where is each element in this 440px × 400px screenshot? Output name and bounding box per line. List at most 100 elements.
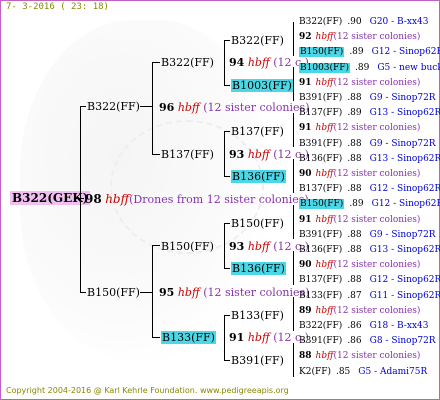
gen4-desc: (12 sister colonies) xyxy=(333,305,421,316)
gen2-hbff: hbff xyxy=(247,56,270,69)
gen1-node[interactable]: B322(FF) xyxy=(87,100,140,113)
gen2-node[interactable]: B133(FF) xyxy=(161,331,216,344)
gen4-value: .87 xyxy=(347,290,362,301)
gen1-id[interactable]: B322(FF) xyxy=(87,100,140,113)
gen3-id[interactable]: B137(FF) xyxy=(231,125,284,138)
gen4-id[interactable]: B137(FF) xyxy=(299,184,342,194)
gen4-id[interactable]: B391(FF) xyxy=(299,336,342,346)
gen4-row[interactable]: B136(FF) .88 G13 - Sinop62R xyxy=(299,154,440,165)
gen4-row[interactable]: B1003(FF) .89 G5 - new buckfas xyxy=(299,62,440,74)
gen4-id[interactable]: B391(FF) xyxy=(299,139,342,149)
gen4-row[interactable]: B391(FF) .88 G9 - Sinop72R xyxy=(299,93,436,104)
gen3-id[interactable]: B136(FF) xyxy=(231,170,286,183)
gen4-hbff: hbff xyxy=(315,351,334,362)
gen4-row[interactable]: B136(FF) .88 G13 - Sinop62R xyxy=(299,245,440,256)
gen4-id[interactable]: B137(FF) xyxy=(299,275,342,285)
gen4-row[interactable]: B133(FF) .87 G11 - Sinop62R xyxy=(299,291,440,302)
gen4-code: G9 - Sinop72R xyxy=(369,229,436,240)
gen4-row[interactable]: B391(FF) .88 G9 - Sinop72R xyxy=(299,230,436,241)
gen4-row[interactable]: 90 hbff(12 sister colonies) xyxy=(299,260,420,271)
gen4-id[interactable]: B322(FF) xyxy=(299,17,342,27)
gen4-row[interactable]: K2(FF) .85 G5 - Adami75R xyxy=(299,367,427,378)
gen4-row[interactable]: B137(FF) .88 G12 - Sinop62R xyxy=(299,184,440,195)
gen4-code: G13 - Sinop62R xyxy=(369,153,440,164)
gen2-node[interactable]: B150(FF) xyxy=(161,240,214,253)
gen4-row[interactable]: 89 hbff(12 sister colonies) xyxy=(299,306,420,317)
gen3-id[interactable]: B150(FF) xyxy=(231,217,284,230)
gen4-row[interactable]: B391(FF) .86 G8 - Sinop72R xyxy=(299,336,436,347)
gen4-id[interactable]: B150(FF) xyxy=(299,47,345,58)
gen4-id[interactable]: B1003(FF) xyxy=(299,62,351,73)
connector xyxy=(140,292,152,293)
gen4-id[interactable]: B136(FF) xyxy=(299,245,342,255)
gen4-id[interactable]: K2(FF) xyxy=(299,367,331,377)
gen2-id[interactable]: B150(FF) xyxy=(161,240,214,253)
connector xyxy=(80,106,81,292)
gen4-row[interactable]: 88 hbff(12 sister colonies) xyxy=(299,351,420,362)
gen4-row[interactable]: B391(FF) .88 G9 - Sinop72R xyxy=(299,139,436,150)
gen4-id[interactable]: B133(FF) xyxy=(299,291,342,301)
gen4-id[interactable]: B150(FF) xyxy=(299,199,345,210)
gen2-id[interactable]: B137(FF) xyxy=(161,148,214,161)
gen4-row[interactable]: B150(FF) .89 G12 - Sinop62R xyxy=(299,199,440,210)
gen3-node[interactable]: B133(FF) xyxy=(231,309,284,322)
connector xyxy=(152,62,153,154)
gen4-code: G8 - Sinop72R xyxy=(369,336,436,347)
gen1-id[interactable]: B150(FF) xyxy=(87,286,140,299)
gen4-row[interactable]: B137(FF) .88 G12 - Sinop62R xyxy=(299,275,440,286)
gen4-value: .85 xyxy=(335,366,351,377)
gen4-code: G12 - Sinop62R xyxy=(369,184,440,195)
gen4-row[interactable]: B322(FF) .86 G18 - B-xx43 xyxy=(299,321,428,332)
gen3-node[interactable]: B322(FF) xyxy=(231,34,284,47)
gen4-num: 91 xyxy=(299,77,312,88)
gen4-desc: (12 sister colonies) xyxy=(333,32,421,43)
gen4-num: 89 xyxy=(299,305,312,316)
gen2-hbff: hbff xyxy=(247,240,270,253)
gen4-id[interactable]: B391(FF) xyxy=(299,230,342,240)
gen4-row[interactable]: 91 hbff(12 sister colonies) xyxy=(299,215,420,226)
connector xyxy=(224,40,225,85)
gen4-row[interactable]: 90 hbff(12 sister colonies) xyxy=(299,169,420,180)
gen4-hbff: hbff xyxy=(315,77,334,88)
gen4-row[interactable]: 92 hbff(12 sister colonies) xyxy=(299,32,420,43)
gen3-node[interactable]: B150(FF) xyxy=(231,217,284,230)
gen4-code: G11 - Sinop62R xyxy=(369,290,440,301)
gen4-value: .88 xyxy=(347,93,362,103)
gen3-id[interactable]: B322(FF) xyxy=(231,34,284,47)
gen4-row[interactable]: B322(FF) .90 G20 - B-xx43 xyxy=(299,17,428,28)
gen3-node[interactable]: B136(FF) xyxy=(231,170,286,183)
gen2-node[interactable]: B137(FF) xyxy=(161,148,214,161)
gen2-id[interactable]: B133(FF) xyxy=(161,331,216,344)
gen4-desc: (12 sister colonies) xyxy=(333,260,421,271)
gen4-id[interactable]: B391(FF) xyxy=(299,93,342,103)
gen4-num: 90 xyxy=(299,260,312,271)
gen4-num: 91 xyxy=(299,214,312,225)
gen3-id[interactable]: B391(FF) xyxy=(231,354,284,367)
gen4-row[interactable]: B150(FF) .89 G12 - Sinop62R xyxy=(299,47,440,58)
gen4-hbff: hbff xyxy=(315,305,334,316)
gen3-node[interactable]: B136(FF) xyxy=(231,262,286,275)
gen4-code: G5 - Adami75R xyxy=(358,366,428,377)
gen2-node[interactable]: B322(FF) xyxy=(161,56,214,69)
connector xyxy=(152,337,160,338)
gen3-node[interactable]: B1003(FF) xyxy=(231,79,293,92)
gen3-node[interactable]: B391(FF) xyxy=(231,354,284,367)
gen3-node[interactable]: B137(FF) xyxy=(231,125,284,138)
gen4-id[interactable]: B322(FF) xyxy=(299,321,342,331)
root-drone-info: 98 hbff(Drones from 12 sister colonies) xyxy=(85,193,309,207)
gen2-drone-info: 93 hbff (12 c.) xyxy=(229,240,309,253)
gen4-row[interactable]: 91 hbff(12 sister colonies) xyxy=(299,78,420,89)
gen4-num: 90 xyxy=(299,169,312,179)
gen3-id[interactable]: B1003(FF) xyxy=(231,79,293,92)
gen4-row[interactable]: B137(FF) .89 G13 - Sinop62R xyxy=(299,108,440,119)
gen2-hbff: hbff xyxy=(247,331,270,344)
gen3-id[interactable]: B136(FF) xyxy=(231,262,286,275)
gen1-node[interactable]: B150(FF) xyxy=(87,286,140,299)
gen4-id[interactable]: B137(FF) xyxy=(299,108,342,118)
gen4-row[interactable]: 91 hbff(12 sister colonies) xyxy=(299,123,420,134)
gen4-hbff: hbff xyxy=(315,32,334,43)
gen2-id[interactable]: B322(FF) xyxy=(161,56,214,69)
gen3-id[interactable]: B133(FF) xyxy=(231,309,284,322)
gen4-id[interactable]: B136(FF) xyxy=(299,154,342,164)
connector xyxy=(224,131,230,132)
